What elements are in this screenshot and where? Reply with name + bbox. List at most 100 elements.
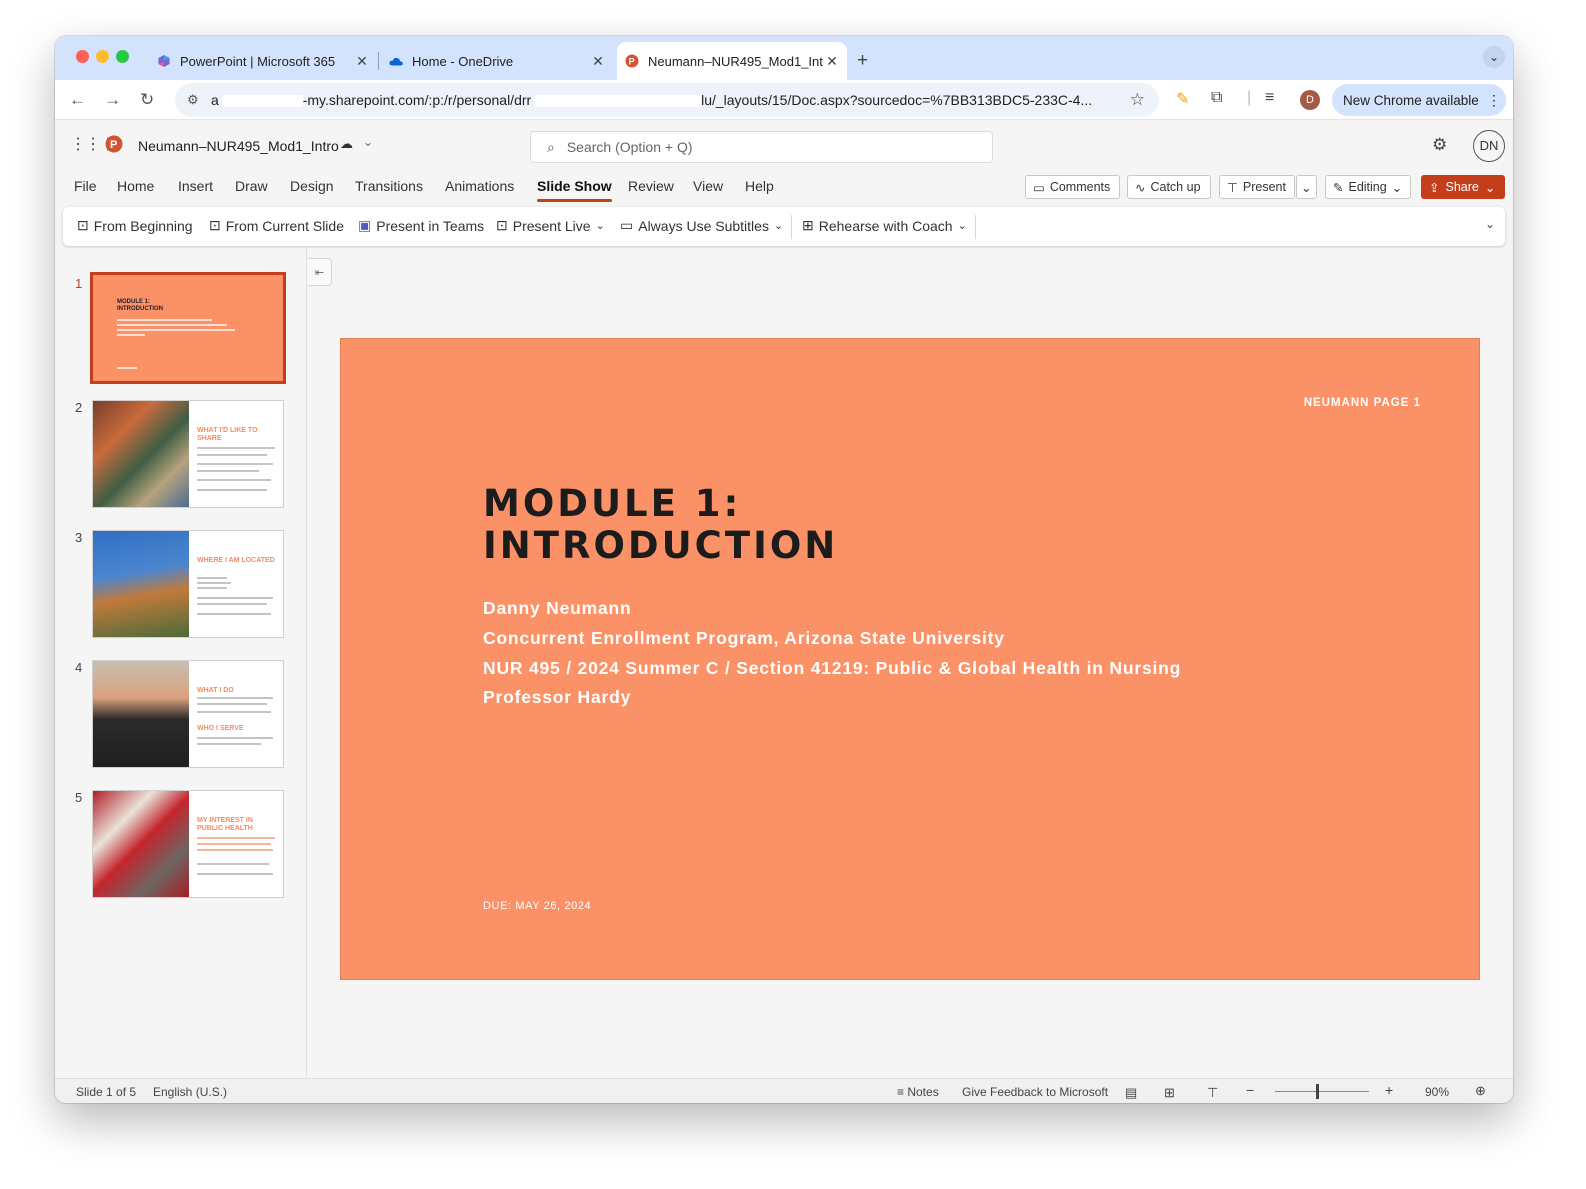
document-title[interactable]: Neumann–NUR495_Mod1_Intro bbox=[138, 138, 339, 154]
search-input[interactable]: ⌕ Search (Option + Q) bbox=[530, 131, 993, 163]
thumbnail-text-line bbox=[197, 479, 271, 481]
present-dropdown-button[interactable]: ⌄ bbox=[1296, 175, 1317, 199]
address-bar[interactable]: ⚙ a -my.sharepoint.com/:p:/r/personal/dr… bbox=[175, 83, 1159, 117]
menu-draw[interactable]: Draw bbox=[235, 178, 268, 194]
zoom-in-button[interactable]: + bbox=[1385, 1082, 1393, 1098]
slideshow-current-icon: ⊡ bbox=[209, 217, 221, 233]
from-beginning-button[interactable]: ⊡ From Beginning bbox=[77, 217, 193, 234]
new-chrome-available-button[interactable]: New Chrome available ⋮ bbox=[1332, 84, 1506, 116]
slide-thumbnail-2[interactable]: WHAT I'D LIKE TO SHARE bbox=[92, 400, 284, 508]
menu-home[interactable]: Home bbox=[117, 178, 154, 194]
present-button[interactable]: ⊤ Present bbox=[1219, 175, 1295, 199]
tab-neumann-active[interactable]: P Neumann–NUR495_Mod1_Intro ✕ bbox=[617, 42, 847, 80]
slide-thumbnail-1[interactable]: MODULE 1: INTRODUCTION bbox=[90, 272, 286, 384]
thumbnail-text-line bbox=[197, 737, 273, 739]
slide-program[interactable]: Concurrent Enrollment Program, Arizona S… bbox=[483, 628, 1005, 649]
slide-thumbnail-4[interactable]: WHAT I DO WHO I SERVE bbox=[92, 660, 284, 768]
slide-author[interactable]: Danny Neumann bbox=[483, 598, 631, 619]
url-suffix: lu/_layouts/15/Doc.aspx?sourcedoc=%7BB31… bbox=[701, 92, 1093, 108]
editing-mode-button[interactable]: ✎ Editing ⌄ bbox=[1325, 175, 1411, 199]
zoom-window-button[interactable] bbox=[116, 50, 129, 63]
update-label: New Chrome available bbox=[1343, 92, 1479, 108]
thumbnail-number: 3 bbox=[75, 530, 83, 545]
close-window-button[interactable] bbox=[76, 50, 89, 63]
menu-help[interactable]: Help bbox=[745, 178, 774, 194]
menu-view[interactable]: View bbox=[693, 178, 723, 194]
menu-review[interactable]: Review bbox=[628, 178, 674, 194]
bookmark-star-icon[interactable]: ☆ bbox=[1130, 90, 1145, 110]
slide-thumbnail-3[interactable]: WHERE I AM LOCATED bbox=[92, 530, 284, 638]
current-slide[interactable]: NEUMANN PAGE 1 MODULE 1: INTRODUCTION Da… bbox=[340, 338, 1480, 980]
menu-insert[interactable]: Insert bbox=[178, 178, 213, 194]
reload-button[interactable]: ↻ bbox=[140, 90, 154, 110]
menu-transitions[interactable]: Transitions bbox=[355, 178, 423, 194]
menu-animations[interactable]: Animations bbox=[445, 178, 514, 194]
catch-up-button[interactable]: ∿ Catch up bbox=[1127, 175, 1211, 199]
url-middle: -my.sharepoint.com/:p:/r/personal/drr bbox=[302, 92, 532, 108]
saved-status-icon[interactable]: ☁ bbox=[340, 136, 353, 152]
minimize-window-button[interactable] bbox=[96, 50, 109, 63]
normal-view-icon[interactable]: ▤ bbox=[1125, 1085, 1137, 1101]
thumbnail-photo bbox=[93, 531, 189, 637]
highlighter-extension-icon[interactable]: ✎ bbox=[1176, 89, 1189, 109]
zoom-slider-thumb[interactable] bbox=[1316, 1084, 1320, 1099]
fit-to-window-icon[interactable]: ⊕ bbox=[1475, 1083, 1486, 1099]
extensions-puzzle-icon[interactable]: ⧉ bbox=[1211, 89, 1222, 107]
always-use-subtitles-button[interactable]: ▭ Always Use Subtitles ⌄ bbox=[620, 217, 783, 234]
language-indicator[interactable]: English (U.S.) bbox=[153, 1085, 227, 1099]
tab-search-button[interactable]: ⌄ bbox=[1483, 46, 1505, 68]
tab-onedrive[interactable]: Home - OneDrive ✕ bbox=[387, 42, 607, 80]
thumbnail-text-line bbox=[197, 703, 267, 705]
close-icon[interactable]: ✕ bbox=[589, 53, 607, 70]
slide-sorter-icon[interactable]: ⊞ bbox=[1164, 1085, 1175, 1101]
ribbon-divider bbox=[975, 215, 976, 239]
forward-button[interactable]: → bbox=[104, 90, 121, 110]
close-icon[interactable]: ✕ bbox=[353, 53, 371, 70]
share-button[interactable]: ⇪ Share ⌄ bbox=[1421, 175, 1505, 199]
tab-powerpoint-365[interactable]: PowerPoint | Microsoft 365 ✕ bbox=[151, 42, 371, 80]
menu-design[interactable]: Design bbox=[290, 178, 334, 194]
chevron-down-icon[interactable]: ⌄ bbox=[363, 135, 373, 149]
zoom-slider-track[interactable] bbox=[1275, 1084, 1369, 1099]
comments-button[interactable]: ▭ Comments bbox=[1025, 175, 1120, 199]
zoom-out-button[interactable]: − bbox=[1246, 1082, 1254, 1098]
slide-due-date[interactable]: DUE: MAY 26, 2024 bbox=[483, 900, 591, 912]
settings-gear-icon[interactable]: ⚙ bbox=[1432, 135, 1447, 155]
kebab-menu-icon[interactable]: ⋮ bbox=[1487, 92, 1501, 109]
profile-avatar[interactable]: D bbox=[1300, 90, 1320, 110]
present-live-button[interactable]: ⊡ Present Live ⌄ bbox=[496, 217, 605, 234]
slideshow-start-icon: ⊡ bbox=[77, 217, 89, 233]
user-avatar[interactable]: DN bbox=[1473, 130, 1505, 162]
back-button[interactable]: ← bbox=[69, 90, 86, 110]
collapse-thumbnails-button[interactable]: ⇤ bbox=[308, 258, 332, 286]
thumbnail-photo bbox=[93, 401, 189, 507]
thumbnail-number: 2 bbox=[75, 400, 83, 415]
menu-slide-show[interactable]: Slide Show bbox=[537, 178, 612, 202]
slide-professor[interactable]: Professor Hardy bbox=[483, 687, 631, 708]
slide-title[interactable]: MODULE 1: INTRODUCTION bbox=[483, 483, 838, 567]
thumbnail-text-line bbox=[197, 470, 259, 472]
thumbnail-title: MY INTEREST IN PUBLIC HEALTH bbox=[197, 817, 253, 832]
thumbnail-text-line bbox=[197, 873, 273, 875]
onedrive-cloud-icon bbox=[389, 54, 403, 68]
present-in-teams-button[interactable]: ▣ Present in Teams bbox=[358, 217, 484, 234]
thumbnail-text-line bbox=[117, 367, 137, 369]
notes-button[interactable]: ≡ Notes bbox=[897, 1085, 939, 1099]
close-icon[interactable]: ✕ bbox=[823, 53, 841, 70]
from-current-slide-button[interactable]: ⊡ From Current Slide bbox=[209, 217, 344, 234]
present-icon: ⊤ bbox=[1227, 180, 1238, 195]
menu-file[interactable]: File bbox=[74, 178, 97, 194]
url-text[interactable]: a -my.sharepoint.com/:p:/r/personal/drr … bbox=[211, 92, 1092, 108]
new-tab-button[interactable]: + bbox=[857, 42, 868, 80]
expand-ribbon-icon[interactable]: ⌄ bbox=[1485, 217, 1495, 231]
thumbnail-title: WHAT I'D LIKE TO SHARE bbox=[197, 427, 258, 442]
slide-thumbnail-5[interactable]: MY INTEREST IN PUBLIC HEALTH bbox=[92, 790, 284, 898]
slide-course[interactable]: NUR 495 / 2024 Summer C / Section 41219:… bbox=[483, 658, 1181, 679]
reading-list-icon[interactable]: ≡ bbox=[1265, 89, 1274, 107]
zoom-percentage[interactable]: 90% bbox=[1425, 1085, 1449, 1099]
site-settings-icon[interactable]: ⚙ bbox=[187, 92, 199, 108]
thumbnail-text-line bbox=[197, 447, 275, 449]
feedback-button[interactable]: Give Feedback to Microsoft bbox=[962, 1085, 1108, 1099]
reading-view-icon[interactable]: ⊤ bbox=[1207, 1085, 1218, 1101]
rehearse-with-coach-button[interactable]: ⊞ Rehearse with Coach ⌄ bbox=[802, 217, 967, 234]
